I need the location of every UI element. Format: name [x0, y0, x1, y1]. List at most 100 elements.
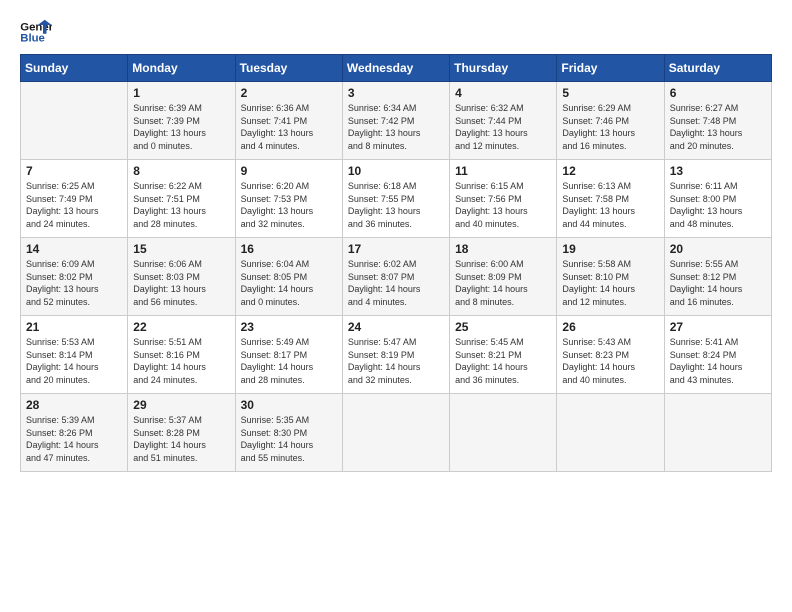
- cell-daylight-info: Sunrise: 6:32 AM Sunset: 7:44 PM Dayligh…: [455, 102, 552, 152]
- day-number: 13: [670, 164, 767, 178]
- calendar-cell: 12 Sunrise: 6:13 AM Sunset: 7:58 PM Dayli…: [557, 160, 664, 238]
- day-number: 25: [455, 320, 552, 334]
- cell-daylight-info: Sunrise: 5:55 AM Sunset: 8:12 PM Dayligh…: [670, 258, 767, 308]
- calendar-table: SundayMondayTuesdayWednesdayThursdayFrid…: [20, 54, 772, 472]
- calendar-cell: 22 Sunrise: 5:51 AM Sunset: 8:16 PM Dayli…: [128, 316, 235, 394]
- day-number: 22: [133, 320, 230, 334]
- calendar-cell: 27 Sunrise: 5:41 AM Sunset: 8:24 PM Dayli…: [664, 316, 771, 394]
- cell-daylight-info: Sunrise: 6:00 AM Sunset: 8:09 PM Dayligh…: [455, 258, 552, 308]
- day-header-saturday: Saturday: [664, 55, 771, 82]
- day-number: 18: [455, 242, 552, 256]
- calendar-cell: 3Sunrise: 6:34 AM Sunset: 7:42 PM Daylig…: [342, 82, 449, 160]
- calendar-cell: 29Sunrise: 5:37 AM Sunset: 8:28 PM Dayli…: [128, 394, 235, 472]
- calendar-header-row: SundayMondayTuesdayWednesdayThursdayFrid…: [21, 55, 772, 82]
- calendar-cell: 17Sunrise: 6:02 AM Sunset: 8:07 PM Dayli…: [342, 238, 449, 316]
- calendar-cell: 20 Sunrise: 5:55 AM Sunset: 8:12 PM Dayli…: [664, 238, 771, 316]
- day-number: 9: [241, 164, 338, 178]
- calendar-cell: 23Sunrise: 5:49 AM Sunset: 8:17 PM Dayli…: [235, 316, 342, 394]
- cell-daylight-info: Sunrise: 6:06 AM Sunset: 8:03 PM Dayligh…: [133, 258, 230, 308]
- calendar-cell: [342, 394, 449, 472]
- day-header-wednesday: Wednesday: [342, 55, 449, 82]
- cell-daylight-info: Sunrise: 6:04 AM Sunset: 8:05 PM Dayligh…: [241, 258, 338, 308]
- cell-daylight-info: Sunrise: 6:39 AM Sunset: 7:39 PM Dayligh…: [133, 102, 230, 152]
- cell-daylight-info: Sunrise: 5:43 AM Sunset: 8:23 PM Dayligh…: [562, 336, 659, 386]
- calendar-cell: [450, 394, 557, 472]
- calendar-cell: 26Sunrise: 5:43 AM Sunset: 8:23 PM Dayli…: [557, 316, 664, 394]
- cell-daylight-info: Sunrise: 5:53 AM Sunset: 8:14 PM Dayligh…: [26, 336, 123, 386]
- day-number: 19: [562, 242, 659, 256]
- cell-daylight-info: Sunrise: 5:45 AM Sunset: 8:21 PM Dayligh…: [455, 336, 552, 386]
- calendar-cell: 25 Sunrise: 5:45 AM Sunset: 8:21 PM Dayli…: [450, 316, 557, 394]
- day-number: 28: [26, 398, 123, 412]
- svg-text:Blue: Blue: [20, 33, 45, 45]
- calendar-cell: 1 Sunrise: 6:39 AM Sunset: 7:39 PM Daylig…: [128, 82, 235, 160]
- calendar-cell: [557, 394, 664, 472]
- day-number: 2: [241, 86, 338, 100]
- day-number: 7: [26, 164, 123, 178]
- cell-daylight-info: Sunrise: 5:47 AM Sunset: 8:19 PM Dayligh…: [348, 336, 445, 386]
- cell-daylight-info: Sunrise: 5:58 AM Sunset: 8:10 PM Dayligh…: [562, 258, 659, 308]
- calendar-cell: 30 Sunrise: 5:35 AM Sunset: 8:30 PM Dayli…: [235, 394, 342, 472]
- day-number: 11: [455, 164, 552, 178]
- day-number: 14: [26, 242, 123, 256]
- calendar-cell: 18 Sunrise: 6:00 AM Sunset: 8:09 PM Dayli…: [450, 238, 557, 316]
- day-header-friday: Friday: [557, 55, 664, 82]
- cell-daylight-info: Sunrise: 6:25 AM Sunset: 7:49 PM Dayligh…: [26, 180, 123, 230]
- calendar-cell: 4 Sunrise: 6:32 AM Sunset: 7:44 PM Daylig…: [450, 82, 557, 160]
- cell-daylight-info: Sunrise: 5:37 AM Sunset: 8:28 PM Dayligh…: [133, 414, 230, 464]
- day-number: 3: [348, 86, 445, 100]
- logo: General Blue: [20, 18, 52, 46]
- logo-icon: General Blue: [20, 18, 52, 46]
- calendar-week-2: 7 Sunrise: 6:25 AM Sunset: 7:49 PM Daylig…: [21, 160, 772, 238]
- day-header-monday: Monday: [128, 55, 235, 82]
- cell-daylight-info: Sunrise: 6:11 AM Sunset: 8:00 PM Dayligh…: [670, 180, 767, 230]
- calendar-week-4: 21 Sunrise: 5:53 AM Sunset: 8:14 PM Dayli…: [21, 316, 772, 394]
- day-number: 6: [670, 86, 767, 100]
- calendar-week-3: 14 Sunrise: 6:09 AM Sunset: 8:02 PM Dayli…: [21, 238, 772, 316]
- calendar-cell: 16 Sunrise: 6:04 AM Sunset: 8:05 PM Dayli…: [235, 238, 342, 316]
- day-number: 5: [562, 86, 659, 100]
- day-number: 24: [348, 320, 445, 334]
- calendar-cell: 13 Sunrise: 6:11 AM Sunset: 8:00 PM Dayli…: [664, 160, 771, 238]
- calendar-cell: 24 Sunrise: 5:47 AM Sunset: 8:19 PM Dayli…: [342, 316, 449, 394]
- day-number: 1: [133, 86, 230, 100]
- header: General Blue: [20, 18, 772, 46]
- cell-daylight-info: Sunrise: 5:35 AM Sunset: 8:30 PM Dayligh…: [241, 414, 338, 464]
- day-number: 4: [455, 86, 552, 100]
- calendar-cell: 8 Sunrise: 6:22 AM Sunset: 7:51 PM Daylig…: [128, 160, 235, 238]
- calendar-cell: 6Sunrise: 6:27 AM Sunset: 7:48 PM Daylig…: [664, 82, 771, 160]
- day-number: 10: [348, 164, 445, 178]
- calendar-cell: 19 Sunrise: 5:58 AM Sunset: 8:10 PM Dayli…: [557, 238, 664, 316]
- day-number: 30: [241, 398, 338, 412]
- cell-daylight-info: Sunrise: 6:02 AM Sunset: 8:07 PM Dayligh…: [348, 258, 445, 308]
- cell-daylight-info: Sunrise: 5:39 AM Sunset: 8:26 PM Dayligh…: [26, 414, 123, 464]
- day-header-tuesday: Tuesday: [235, 55, 342, 82]
- day-number: 21: [26, 320, 123, 334]
- calendar-cell: 28 Sunrise: 5:39 AM Sunset: 8:26 PM Dayli…: [21, 394, 128, 472]
- day-number: 12: [562, 164, 659, 178]
- cell-daylight-info: Sunrise: 5:51 AM Sunset: 8:16 PM Dayligh…: [133, 336, 230, 386]
- cell-daylight-info: Sunrise: 5:41 AM Sunset: 8:24 PM Dayligh…: [670, 336, 767, 386]
- day-number: 8: [133, 164, 230, 178]
- calendar-cell: 5 Sunrise: 6:29 AM Sunset: 7:46 PM Daylig…: [557, 82, 664, 160]
- day-number: 15: [133, 242, 230, 256]
- cell-daylight-info: Sunrise: 6:13 AM Sunset: 7:58 PM Dayligh…: [562, 180, 659, 230]
- cell-daylight-info: Sunrise: 6:15 AM Sunset: 7:56 PM Dayligh…: [455, 180, 552, 230]
- page: General Blue SundayMondayTuesdayWednesda…: [0, 0, 792, 482]
- calendar-cell: 7 Sunrise: 6:25 AM Sunset: 7:49 PM Daylig…: [21, 160, 128, 238]
- calendar-cell: 14 Sunrise: 6:09 AM Sunset: 8:02 PM Dayli…: [21, 238, 128, 316]
- calendar-week-1: 1 Sunrise: 6:39 AM Sunset: 7:39 PM Daylig…: [21, 82, 772, 160]
- calendar-body: 1 Sunrise: 6:39 AM Sunset: 7:39 PM Daylig…: [21, 82, 772, 472]
- day-number: 16: [241, 242, 338, 256]
- calendar-cell: 2 Sunrise: 6:36 AM Sunset: 7:41 PM Daylig…: [235, 82, 342, 160]
- cell-daylight-info: Sunrise: 6:36 AM Sunset: 7:41 PM Dayligh…: [241, 102, 338, 152]
- calendar-cell: [21, 82, 128, 160]
- day-number: 27: [670, 320, 767, 334]
- calendar-cell: 9 Sunrise: 6:20 AM Sunset: 7:53 PM Daylig…: [235, 160, 342, 238]
- cell-daylight-info: Sunrise: 6:29 AM Sunset: 7:46 PM Dayligh…: [562, 102, 659, 152]
- calendar-cell: 15 Sunrise: 6:06 AM Sunset: 8:03 PM Dayli…: [128, 238, 235, 316]
- cell-daylight-info: Sunrise: 6:20 AM Sunset: 7:53 PM Dayligh…: [241, 180, 338, 230]
- cell-daylight-info: Sunrise: 6:09 AM Sunset: 8:02 PM Dayligh…: [26, 258, 123, 308]
- cell-daylight-info: Sunrise: 6:22 AM Sunset: 7:51 PM Dayligh…: [133, 180, 230, 230]
- day-number: 20: [670, 242, 767, 256]
